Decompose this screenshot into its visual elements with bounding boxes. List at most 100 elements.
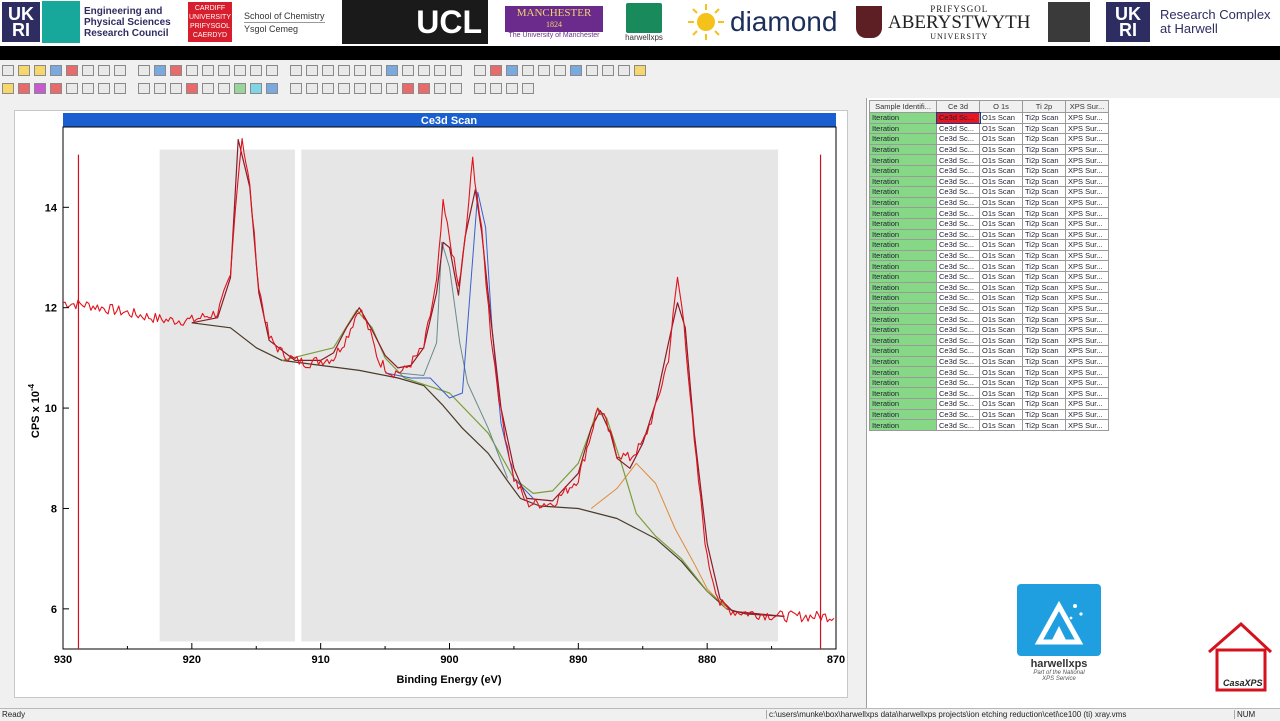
toolbar1-button-34[interactable] xyxy=(554,65,566,76)
cell-ce3d[interactable]: Ce3d Sc... xyxy=(936,366,980,378)
cell-o1s[interactable]: O1s Scan xyxy=(979,207,1023,219)
cell-ce3d[interactable]: Ce3d Sc... xyxy=(936,419,980,431)
table-row[interactable]: Iteration Ce3d Sc... O1s Scan Ti2p Scan XPS … xyxy=(869,302,1109,315)
cell-sample-id[interactable]: Iteration xyxy=(869,292,937,304)
cell-ti2p[interactable]: Ti2p Scan xyxy=(1022,143,1066,156)
toolbar2-button-20[interactable] xyxy=(322,83,334,94)
cell-ti2p[interactable]: Ti2p Scan xyxy=(1022,345,1066,357)
cell-ti2p[interactable]: Ti2p Scan xyxy=(1022,419,1066,431)
cell-xps-survey[interactable]: XPS Sur... xyxy=(1065,345,1109,357)
toolbar1-button-9[interactable] xyxy=(138,65,150,76)
table-row[interactable]: Iteration Ce3d Sc... O1s Scan Ti2p Scan XPS … xyxy=(869,239,1109,251)
cell-sample-id[interactable]: Iteration xyxy=(869,122,937,135)
col-o1s[interactable]: O 1s xyxy=(979,100,1023,113)
toolbar1-button-21[interactable] xyxy=(338,65,350,76)
toolbar2-button-5[interactable] xyxy=(66,83,78,94)
cell-ti2p[interactable]: Ti2p Scan xyxy=(1022,408,1066,421)
cell-ti2p[interactable]: Ti2p Scan xyxy=(1022,366,1066,378)
toolbar2-button-32[interactable] xyxy=(522,83,534,94)
cell-xps-survey[interactable]: XPS Sur... xyxy=(1065,260,1109,272)
toolbar2-button-15[interactable] xyxy=(234,83,246,94)
cell-ce3d[interactable]: Ce3d Sc... xyxy=(936,345,980,357)
spectrum-chart[interactable]: Ce3d Scan 930 920 910 900 890 880 87068101214 … xyxy=(15,111,847,697)
cell-ti2p[interactable]: Ti2p Scan xyxy=(1022,175,1066,188)
cell-ce3d[interactable]: Ce3d Sc... xyxy=(936,398,980,410)
cell-ti2p[interactable]: Ti2p Scan xyxy=(1022,186,1066,198)
table-row[interactable]: Iteration Ce3d Sc... O1s Scan Ti2p Scan XPS … xyxy=(869,355,1109,368)
cell-ce3d[interactable]: Ce3d Sc... xyxy=(936,186,980,198)
table-row[interactable]: Iteration Ce3d Sc... O1s Scan Ti2p Scan XPS … xyxy=(869,133,1109,145)
toolbar2-button-30[interactable] xyxy=(490,83,502,94)
cell-xps-survey[interactable]: XPS Sur... xyxy=(1065,207,1109,219)
cell-o1s[interactable]: O1s Scan xyxy=(979,281,1023,294)
cell-o1s[interactable]: O1s Scan xyxy=(979,366,1023,378)
table-row[interactable]: Iteration Ce3d Sc... O1s Scan Ti2p Scan XPS … xyxy=(869,408,1109,421)
cell-ti2p[interactable]: Ti2p Scan xyxy=(1022,217,1066,230)
toolbar1-button-11[interactable] xyxy=(170,65,182,76)
cell-sample-id[interactable]: Iteration xyxy=(869,196,937,209)
cell-o1s[interactable]: O1s Scan xyxy=(979,260,1023,272)
cell-ti2p[interactable]: Ti2p Scan xyxy=(1022,281,1066,294)
cell-ce3d[interactable]: Ce3d Sc... xyxy=(936,387,980,400)
cell-xps-survey[interactable]: XPS Sur... xyxy=(1065,154,1109,166)
toolbar2-button-10[interactable] xyxy=(154,83,166,94)
cell-ti2p[interactable]: Ti2p Scan xyxy=(1022,376,1066,389)
toolbar1-button-16[interactable] xyxy=(250,65,262,76)
cell-sample-id[interactable]: Iteration xyxy=(869,334,937,347)
cell-o1s[interactable]: O1s Scan xyxy=(979,154,1023,166)
cell-xps-survey[interactable]: XPS Sur... xyxy=(1065,143,1109,156)
cell-xps-survey[interactable]: XPS Sur... xyxy=(1065,122,1109,135)
table-row[interactable]: Iteration Ce3d Sc... O1s Scan Ti2p Scan XPS … xyxy=(869,376,1109,389)
col-ti2p[interactable]: Ti 2p xyxy=(1022,100,1066,113)
cell-ti2p[interactable]: Ti2p Scan xyxy=(1022,228,1066,241)
cell-ce3d[interactable]: Ce3d Sc... xyxy=(936,154,980,166)
cell-o1s[interactable]: O1s Scan xyxy=(979,249,1023,262)
cell-ce3d[interactable]: Ce3d Sc... xyxy=(936,281,980,294)
toolbar2-button-18[interactable] xyxy=(290,83,302,94)
cell-o1s[interactable]: O1s Scan xyxy=(979,164,1023,177)
table-row[interactable]: Iteration Ce3d Sc... O1s Scan Ti2p Scan XPS … xyxy=(869,323,1109,336)
cell-ce3d[interactable]: Ce3d Sc... xyxy=(936,249,980,262)
toolbar1-button-23[interactable] xyxy=(370,65,382,76)
toolbar1-button-22[interactable] xyxy=(354,65,366,76)
cell-xps-survey[interactable]: XPS Sur... xyxy=(1065,355,1109,368)
cell-ti2p[interactable]: Ti2p Scan xyxy=(1022,355,1066,368)
cell-ce3d[interactable]: Ce3d Sc... xyxy=(936,228,980,241)
cell-xps-survey[interactable]: XPS Sur... xyxy=(1065,133,1109,145)
cell-sample-id[interactable]: Iteration xyxy=(869,228,937,241)
toolbar2-button-31[interactable] xyxy=(506,83,518,94)
toolbar2-button-28[interactable] xyxy=(450,83,462,94)
cell-xps-survey[interactable]: XPS Sur... xyxy=(1065,164,1109,177)
table-row[interactable]: Iteration Ce3d Sc... O1s Scan Ti2p Scan XPS … xyxy=(869,292,1109,304)
cell-ti2p[interactable]: Ti2p Scan xyxy=(1022,112,1066,124)
toolbar1-button-17[interactable] xyxy=(266,65,278,76)
toolbar1-button-19[interactable] xyxy=(306,65,318,76)
cell-o1s[interactable]: O1s Scan xyxy=(979,408,1023,421)
table-row[interactable]: Iteration Ce3d Sc... O1s Scan Ti2p Scan XPS … xyxy=(869,154,1109,166)
toolbar2-button-12[interactable] xyxy=(186,83,198,94)
cell-ce3d[interactable]: Ce3d Sc... xyxy=(936,302,980,315)
table-row[interactable]: Iteration Ce3d Sc... O1s Scan Ti2p Scan XPS … xyxy=(869,164,1109,177)
cell-xps-survey[interactable]: XPS Sur... xyxy=(1065,270,1109,283)
table-row[interactable]: Iteration Ce3d Sc... O1s Scan Ti2p Scan XPS … xyxy=(869,260,1109,272)
cell-ce3d[interactable]: Ce3d Sc... xyxy=(936,313,980,325)
table-row[interactable]: Iteration Ce3d Sc... O1s Scan Ti2p Scan XPS … xyxy=(869,249,1109,262)
cell-sample-id[interactable]: Iteration xyxy=(869,398,937,410)
cell-sample-id[interactable]: Iteration xyxy=(869,408,937,421)
toolbar1-button-15[interactable] xyxy=(234,65,246,76)
cell-ti2p[interactable]: Ti2p Scan xyxy=(1022,313,1066,325)
cell-xps-survey[interactable]: XPS Sur... xyxy=(1065,313,1109,325)
cell-sample-id[interactable]: Iteration xyxy=(869,323,937,336)
cell-sample-id[interactable]: Iteration xyxy=(869,143,937,156)
toolbar2-button-1[interactable] xyxy=(2,83,14,94)
toolbar2-button-3[interactable] xyxy=(34,83,46,94)
cell-o1s[interactable]: O1s Scan xyxy=(979,334,1023,347)
toolbar1-button-14[interactable] xyxy=(218,65,230,76)
cell-xps-survey[interactable]: XPS Sur... xyxy=(1065,239,1109,251)
table-row[interactable]: Iteration Ce3d Sc... O1s Scan Ti2p Scan XPS … xyxy=(869,111,1109,125)
toolbar1-button-31[interactable] xyxy=(506,65,518,76)
col-sample-id[interactable]: Sample Identifi... xyxy=(869,100,937,113)
toolbar1-button-27[interactable] xyxy=(434,65,446,76)
toolbar1-button-38[interactable] xyxy=(618,65,630,76)
cell-ce3d[interactable]: Ce3d Sc... xyxy=(935,111,981,125)
